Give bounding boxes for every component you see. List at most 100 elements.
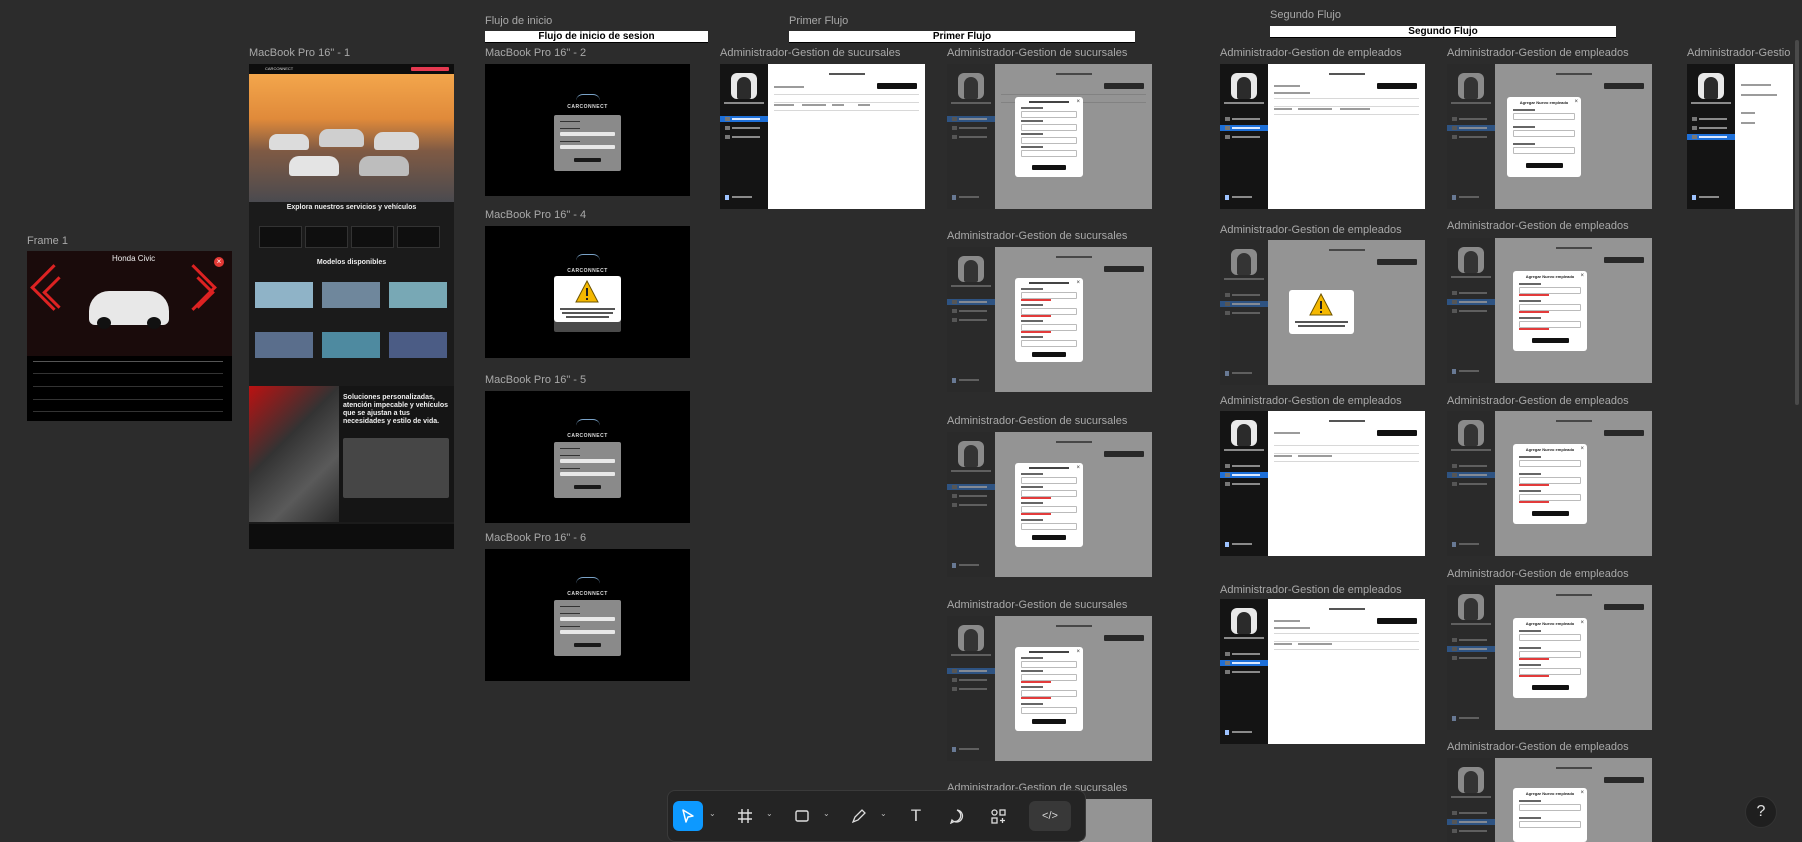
- add-employee-modal-next[interactable]: Agregar Nuevo empleado ×: [1513, 788, 1587, 842]
- move-icon[interactable]: [673, 801, 703, 831]
- frame-label-empleados-1[interactable]: Administrador-Gestion de empleados: [1220, 47, 1402, 59]
- frame-label-empleados-4[interactable]: Administrador-Gestion de empleados: [1220, 584, 1402, 596]
- models-title: Modelos disponibles: [316, 259, 387, 266]
- car-title: Honda Civic: [112, 254, 156, 263]
- frame-empleados-8[interactable]: Agregar Nuevo empleado ×: [1447, 585, 1652, 730]
- add-sucursal-button[interactable]: [877, 83, 917, 89]
- vertical-scrollbar[interactable]: [1795, 40, 1799, 405]
- hero-image: [249, 74, 454, 202]
- frame-sucursales-4[interactable]: ×: [947, 432, 1152, 577]
- frame-label-empleados-truncated[interactable]: Administrador-Gestio: [1687, 47, 1790, 59]
- section-label-segundo-flujo[interactable]: Segundo Flujo: [1270, 9, 1341, 21]
- avatar: [1698, 73, 1724, 99]
- close-icon[interactable]: ×: [1076, 99, 1080, 105]
- frame-sucursales-1[interactable]: [720, 64, 925, 209]
- add-employee-modal-filled[interactable]: Agregar Nuevo empleado ×: [1513, 618, 1587, 698]
- add-sucursal-submit-button[interactable]: [1032, 165, 1066, 170]
- frame-mbp1-landing[interactable]: CARCONNECT Explora nuestros servicios y …: [249, 64, 454, 549]
- chevron-down-icon[interactable]: ⌄: [823, 809, 830, 818]
- frame-mbp5-login[interactable]: CARCONNECT: [485, 391, 690, 523]
- frame-label-mbp1[interactable]: MacBook Pro 16" - 1: [249, 47, 350, 59]
- frame-label-empleados-9[interactable]: Administrador-Gestion de empleados: [1447, 741, 1629, 753]
- frame-empleados-6[interactable]: Agregar Nuevo empleado ×: [1447, 238, 1652, 383]
- frame-label-sucursales-3[interactable]: Administrador-Gestion de sucursales: [947, 230, 1127, 242]
- avatar: [1231, 73, 1257, 99]
- frame-sucursales-3[interactable]: ×: [947, 247, 1152, 392]
- frame-empleados-1[interactable]: [1220, 64, 1425, 209]
- login-brand: CARCONNECT: [567, 104, 608, 110]
- frame-label-mbp4[interactable]: MacBook Pro 16" - 4: [485, 209, 586, 221]
- frame-empleados-2[interactable]: [1220, 240, 1425, 385]
- add-employee-title: Agregar Nuevo empleado: [1525, 791, 1575, 796]
- add-employee-modal-partial[interactable]: Agregar Nuevo empleado ×: [1513, 444, 1587, 524]
- frame-sucursales-2[interactable]: ×: [947, 64, 1152, 209]
- help-button[interactable]: ?: [1745, 796, 1777, 828]
- services-title: Explora nuestros servicios y vehículos: [286, 204, 417, 211]
- rectangle-icon[interactable]: [787, 801, 817, 831]
- frame-label-sucursales-2[interactable]: Administrador-Gestion de sucursales: [947, 47, 1127, 59]
- add-sucursal-modal[interactable]: ×: [1015, 97, 1083, 177]
- add-employee-title: Agregar Nuevo empleado: [1525, 447, 1575, 452]
- frame-label-empleados-3[interactable]: Administrador-Gestion de empleados: [1220, 395, 1402, 407]
- frame-empleados-3[interactable]: [1220, 411, 1425, 556]
- avatar: [1231, 608, 1257, 634]
- car-hero-image: [27, 251, 232, 356]
- add-employee-modal[interactable]: Agregar Nuevo empleado ×: [1507, 97, 1581, 177]
- frame-empleados-7[interactable]: Agregar Nuevo empleado ×: [1447, 411, 1652, 556]
- avatar: [1231, 420, 1257, 446]
- frame-label-mbp5[interactable]: MacBook Pro 16" - 5: [485, 374, 586, 386]
- add-employee-title: Agregar Nuevo empleado: [1519, 100, 1569, 105]
- frame-label-empleados-7[interactable]: Administrador-Gestion de empleados: [1447, 395, 1629, 407]
- frame-mbp6-login[interactable]: CARCONNECT: [485, 549, 690, 681]
- banner-primer-flujo[interactable]: Primer Flujo: [789, 31, 1135, 43]
- pen-icon[interactable]: [844, 801, 874, 831]
- warning-modal[interactable]: [1289, 290, 1354, 334]
- frame-label-empleados-8[interactable]: Administrador-Gestion de empleados: [1447, 568, 1629, 580]
- frame-label-sucursales-5[interactable]: Administrador-Gestion de sucursales: [947, 599, 1127, 611]
- banner-segundo-flujo[interactable]: Segundo Flujo: [1270, 26, 1616, 38]
- add-employee-modal-errors[interactable]: Agregar Nuevo empleado ×: [1513, 271, 1587, 351]
- frame-label-mbp2[interactable]: MacBook Pro 16" - 2: [485, 47, 586, 59]
- text-icon[interactable]: T: [901, 801, 931, 831]
- frame-empleados-4[interactable]: [1220, 599, 1425, 744]
- frame-empleados-5[interactable]: Agregar Nuevo empleado ×: [1447, 64, 1652, 209]
- frame-sucursales-5[interactable]: ×: [947, 616, 1152, 761]
- landing-brand: CARCONNECT: [265, 66, 294, 71]
- comment-icon[interactable]: [942, 801, 972, 831]
- chevron-down-icon[interactable]: ⌄: [709, 809, 716, 818]
- hero-text: Soluciones personalizadas, atención impe…: [343, 394, 449, 425]
- add-employee-button[interactable]: [1377, 83, 1417, 89]
- banner-flujo-inicio[interactable]: Flujo de inicio de sesion: [485, 31, 708, 43]
- frame-mbp2-login[interactable]: CARCONNECT: [485, 64, 690, 196]
- frame-mbp4-login-warning[interactable]: CARCONNECT: [485, 226, 690, 358]
- section-label-primer-flujo[interactable]: Primer Flujo: [789, 15, 848, 27]
- frame-label-empleados-6[interactable]: Administrador-Gestion de empleados: [1447, 220, 1629, 232]
- warning-icon: [1309, 292, 1333, 316]
- code-icon[interactable]: </>: [1029, 801, 1071, 831]
- add-employee-title: Agregar Nuevo empleado: [1525, 621, 1575, 626]
- section-label-flujo-inicio[interactable]: Flujo de inicio: [485, 15, 552, 27]
- login-brand: CARCONNECT: [567, 433, 608, 439]
- frame-label-empleados-2[interactable]: Administrador-Gestion de empleados: [1220, 224, 1402, 236]
- bottom-toolbar: ⌄ ⌄ ⌄ ⌄ T </>: [667, 790, 1086, 842]
- frame-label-frame1[interactable]: Frame 1: [27, 235, 68, 247]
- login-brand: CARCONNECT: [567, 268, 608, 274]
- frame-label-empleados-5[interactable]: Administrador-Gestion de empleados: [1447, 47, 1629, 59]
- assets-icon[interactable]: [983, 801, 1013, 831]
- warning-icon: [575, 279, 599, 303]
- chevron-down-icon[interactable]: ⌄: [880, 809, 887, 818]
- frame-label-sucursales-4[interactable]: Administrador-Gestion de sucursales: [947, 415, 1127, 427]
- service-image: [249, 386, 339, 522]
- frame1-car-detail[interactable]: Honda Civic ×: [27, 251, 232, 421]
- frame-icon[interactable]: [730, 801, 760, 831]
- frame-label-mbp6[interactable]: MacBook Pro 16" - 6: [485, 532, 586, 544]
- avatar: [731, 73, 757, 99]
- frame-empleados-9[interactable]: Agregar Nuevo empleado ×: [1447, 758, 1652, 842]
- add-sucursal-modal-filled[interactable]: ×: [1015, 647, 1083, 731]
- add-sucursal-modal-partial[interactable]: ×: [1015, 463, 1083, 547]
- frame-empleados-partial[interactable]: [1687, 64, 1793, 209]
- chevron-down-icon[interactable]: ⌄: [766, 809, 773, 818]
- add-sucursal-modal-errors[interactable]: ×: [1015, 278, 1083, 362]
- close-icon[interactable]: ×: [214, 257, 224, 267]
- frame-label-sucursales-1[interactable]: Administrador-Gestion de sucursales: [720, 47, 900, 59]
